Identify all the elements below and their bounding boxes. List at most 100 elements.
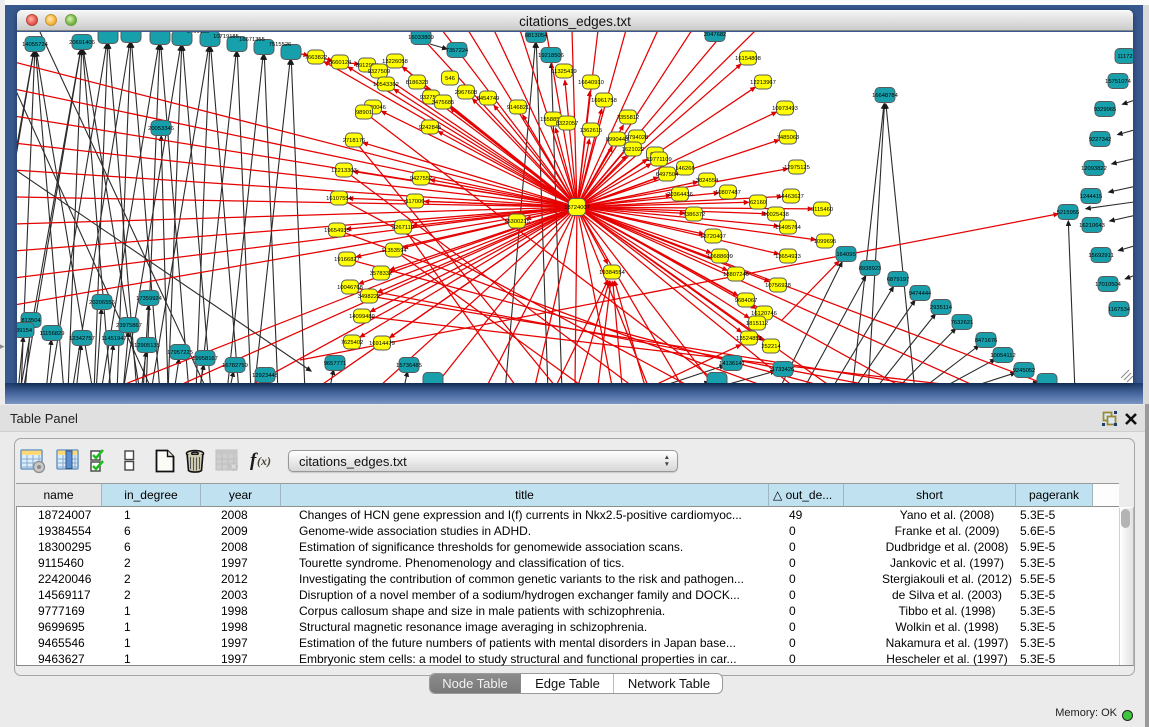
svg-text:7386372: 7386372 (683, 212, 706, 218)
svg-text:7625402: 7625402 (341, 340, 364, 346)
svg-text:23975867: 23975867 (116, 323, 142, 329)
svg-text:10973493: 10973493 (772, 106, 798, 112)
svg-text:15736485: 15736485 (396, 363, 422, 369)
svg-text:3267110: 3267110 (392, 225, 414, 231)
svg-text:16914479: 16914479 (369, 341, 395, 347)
svg-text:7632621: 7632621 (951, 320, 974, 326)
svg-text:14463627: 14463627 (778, 194, 804, 200)
svg-text:1244415: 1244415 (1080, 194, 1103, 200)
svg-text:16648784: 16648784 (872, 93, 899, 99)
svg-text:11156829: 11156829 (40, 331, 65, 337)
svg-text:8186323: 8186323 (406, 80, 429, 86)
svg-text:39154: 39154 (17, 328, 33, 334)
svg-text:9245052: 9245052 (1013, 368, 1036, 374)
svg-text:16033809: 16033809 (408, 35, 434, 41)
svg-text:10688609: 10688609 (707, 254, 733, 260)
svg-text:8813054: 8813054 (525, 33, 548, 39)
svg-text:20053346: 20053346 (148, 126, 174, 132)
svg-text:9657771: 9657771 (324, 361, 347, 367)
svg-text:15495764: 15495764 (775, 225, 802, 231)
svg-text:19166827: 19166827 (334, 257, 360, 263)
svg-text:14055724: 14055724 (22, 42, 49, 48)
svg-text:19958167: 19958167 (192, 356, 218, 362)
svg-text:10054112: 10054112 (990, 353, 1015, 359)
svg-text:17957225: 17957225 (167, 350, 193, 356)
svg-text:6466160: 6466160 (187, 32, 210, 35)
svg-text:5215955: 5215955 (1057, 210, 1080, 216)
svg-text:19873045: 19873045 (105, 32, 131, 33)
svg-text:9474444: 9474444 (909, 291, 932, 297)
svg-text:10543362: 10543362 (373, 82, 399, 88)
svg-text:1362615: 1362615 (580, 128, 603, 134)
svg-text:546: 546 (445, 76, 455, 82)
svg-text:11325419: 11325419 (551, 69, 576, 75)
svg-text:20206556: 20206556 (89, 300, 115, 306)
svg-text:3824554: 3824554 (696, 178, 719, 184)
svg-text:10719185: 10719185 (213, 34, 239, 40)
svg-text:19771109: 19771109 (646, 157, 671, 163)
svg-text:2047682: 2047682 (704, 32, 727, 38)
svg-text:1527602: 1527602 (161, 32, 184, 34)
svg-text:14099489: 14099489 (349, 314, 375, 320)
svg-text:12905135: 12905135 (134, 343, 160, 349)
svg-text:13720407: 13720407 (700, 234, 726, 240)
svg-text:16782759: 16782759 (222, 363, 248, 369)
svg-text:12975125: 12975125 (784, 165, 810, 171)
svg-text:8471676: 8471676 (975, 338, 998, 344)
svg-text:1099695: 1099695 (814, 239, 837, 245)
svg-text:9684067: 9684067 (735, 298, 758, 304)
svg-text:12213303: 12213303 (331, 168, 357, 174)
svg-text:12213967: 12213967 (750, 80, 776, 86)
svg-text:10756928: 10756928 (765, 283, 791, 289)
svg-text:98901: 98901 (356, 110, 372, 116)
svg-text:16671355: 16671355 (239, 37, 265, 43)
svg-text:10025438: 10025438 (763, 212, 789, 218)
svg-text:11172: 11172 (1117, 54, 1132, 60)
svg-text:9115460: 9115460 (811, 207, 833, 213)
svg-text:8454749: 8454749 (477, 96, 500, 102)
svg-text:2967608: 2967608 (455, 90, 478, 96)
svg-text:1167534: 1167534 (1108, 307, 1131, 313)
svg-text:16107554: 16107554 (326, 196, 353, 202)
svg-text:6879197: 6879197 (887, 277, 910, 283)
svg-text:3578332: 3578332 (370, 271, 393, 277)
svg-text:15692911: 15692911 (1088, 253, 1113, 259)
svg-text:9427552: 9427552 (410, 176, 433, 182)
svg-text:164095: 164095 (836, 252, 855, 258)
svg-text:16640910: 16640910 (578, 80, 604, 86)
svg-text:7357224: 7357224 (446, 48, 469, 54)
svg-text:16210643: 16210643 (1079, 223, 1105, 229)
svg-text:252214: 252214 (761, 344, 781, 350)
svg-text:6497504: 6497504 (656, 172, 679, 178)
svg-text:7663822: 7663822 (305, 55, 328, 61)
svg-text:117006: 117006 (406, 199, 425, 205)
svg-text:2718176: 2718176 (343, 138, 366, 144)
svg-text:12923448: 12923448 (252, 373, 278, 379)
svg-text:3475685: 3475685 (432, 100, 455, 106)
svg-text:9227342: 9227342 (1089, 137, 1112, 143)
svg-text:16961758: 16961758 (591, 98, 617, 104)
svg-text:17359924: 17359924 (136, 296, 163, 302)
svg-text:13226058: 13226058 (382, 59, 408, 65)
svg-text:15751074: 15751074 (1105, 79, 1132, 85)
svg-text:19384554: 19384554 (599, 270, 626, 276)
svg-text:13654923: 13654923 (775, 254, 801, 260)
svg-text:12093822: 12093822 (1081, 166, 1107, 172)
svg-text:7485063: 7485063 (777, 135, 800, 141)
svg-text:18807249: 18807249 (723, 272, 749, 278)
svg-text:20364436: 20364436 (667, 192, 693, 198)
svg-text:20691406: 20691406 (69, 40, 95, 46)
svg-text:9794028: 9794028 (626, 135, 649, 141)
svg-text:1621022: 1621022 (622, 147, 645, 153)
svg-text:(x): (x) (257, 454, 271, 468)
svg-text:62160: 62160 (750, 200, 766, 206)
svg-text:10807487: 10807487 (715, 190, 741, 196)
svg-text:8322057: 8322057 (556, 121, 579, 127)
svg-text:19218506: 19218506 (538, 53, 564, 59)
svg-text:2935114: 2935114 (930, 305, 953, 311)
svg-text:11353594: 11353594 (381, 248, 407, 254)
svg-text:15300215: 15300215 (504, 219, 530, 225)
svg-text:9327509: 9327509 (368, 69, 391, 75)
svg-text:11451947: 11451947 (101, 336, 126, 342)
svg-text:1815112: 1815112 (746, 321, 768, 327)
